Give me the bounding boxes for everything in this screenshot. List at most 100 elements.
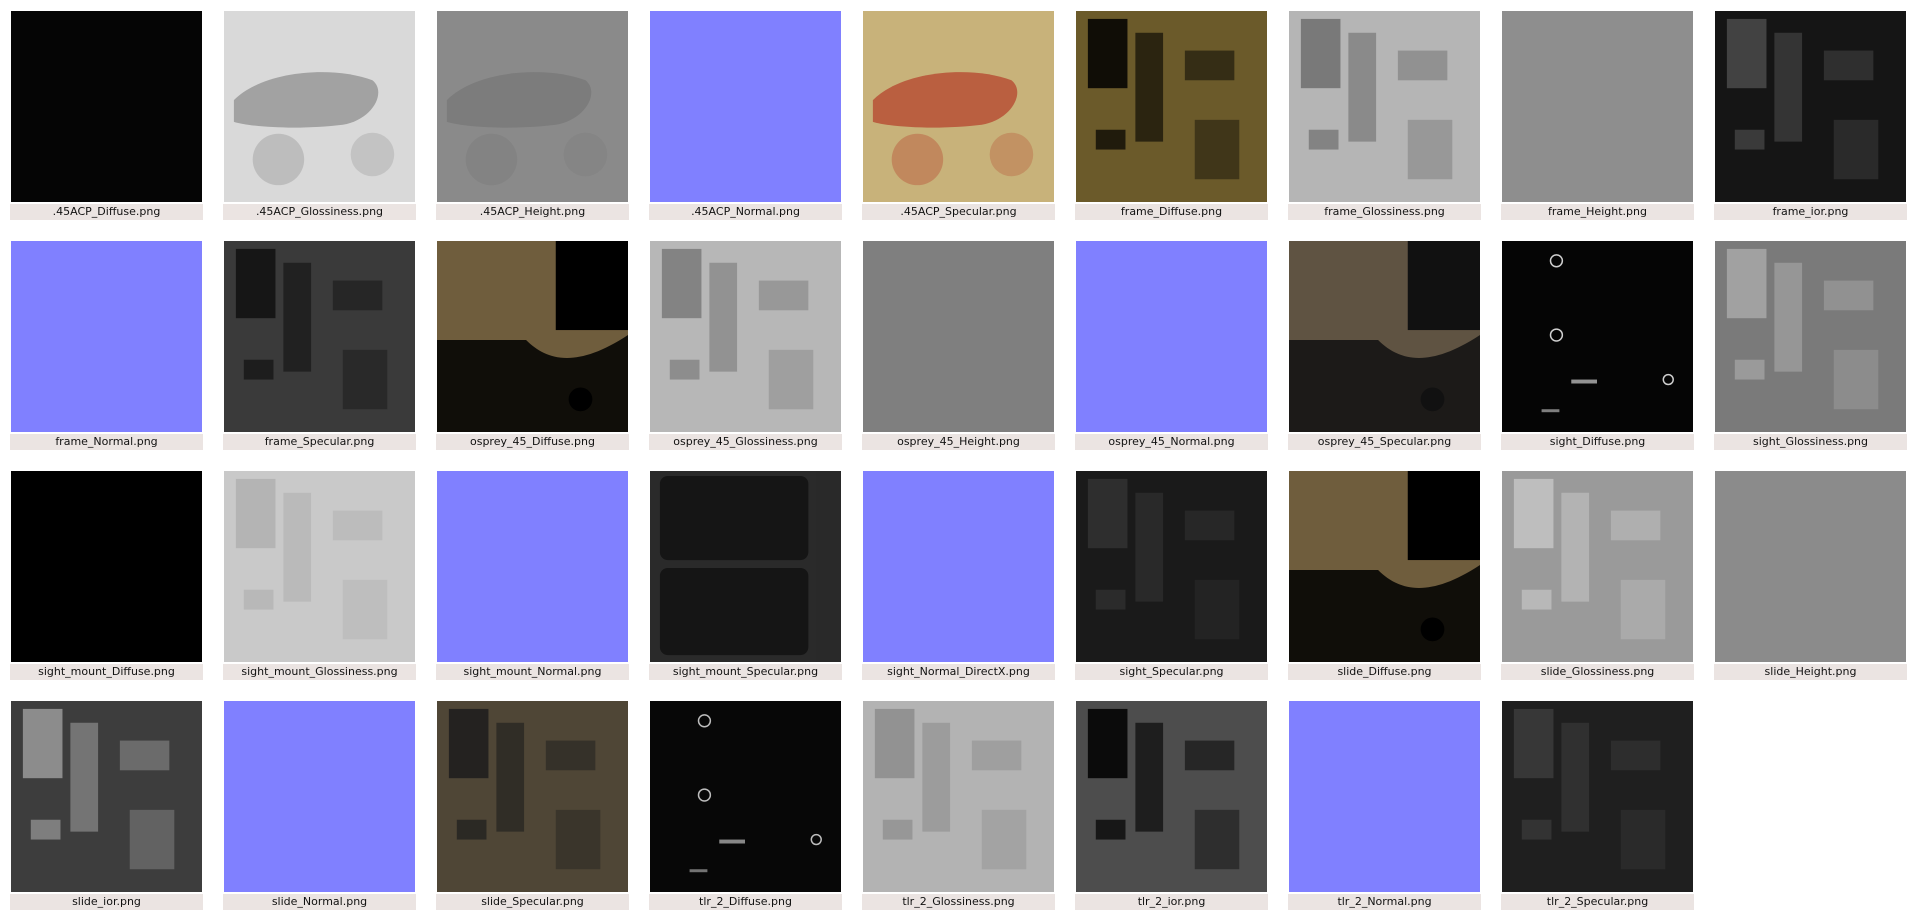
thumbnail-preview[interactable]: [223, 470, 416, 663]
file-name-label: sight_mount_Diffuse.png: [10, 664, 203, 680]
file-thumbnail[interactable]: tlr_2_ior.png: [1075, 700, 1268, 911]
thumbnail-preview[interactable]: [1075, 700, 1268, 893]
thumbnail-preview[interactable]: [862, 700, 1055, 893]
file-thumbnail[interactable]: osprey_45_Specular.png: [1288, 240, 1481, 451]
file-thumbnail[interactable]: sight_Diffuse.png: [1501, 240, 1694, 451]
thumbnail-preview[interactable]: [1075, 10, 1268, 203]
thumbnail-preview[interactable]: [1714, 240, 1907, 433]
file-thumbnail[interactable]: osprey_45_Diffuse.png: [436, 240, 629, 451]
thumbnail-image: [11, 241, 202, 432]
thumbnail-preview[interactable]: [10, 10, 203, 203]
file-name-label: slide_Height.png: [1714, 664, 1907, 680]
file-thumbnail[interactable]: tlr_2_Diffuse.png: [649, 700, 842, 911]
thumbnail-preview[interactable]: [1075, 470, 1268, 663]
thumbnail-image: [1289, 241, 1480, 432]
file-thumbnail[interactable]: sight_mount_Normal.png: [436, 470, 629, 681]
thumbnail-preview[interactable]: [649, 700, 842, 893]
file-name-label: frame_Diffuse.png: [1075, 204, 1268, 220]
thumbnail-preview[interactable]: [1501, 470, 1694, 663]
thumbnail-image: [863, 11, 1054, 202]
thumbnail-preview[interactable]: [1501, 240, 1694, 433]
file-name-label: .45ACP_Height.png: [436, 204, 629, 220]
thumbnail-preview[interactable]: [223, 700, 416, 893]
thumbnail-preview[interactable]: [1714, 470, 1907, 663]
file-thumbnail[interactable]: slide_Glossiness.png: [1501, 470, 1694, 681]
file-thumbnail[interactable]: frame_Height.png: [1501, 10, 1694, 221]
file-name-label: tlr_2_Normal.png: [1288, 894, 1481, 910]
file-thumbnail[interactable]: .45ACP_Height.png: [436, 10, 629, 221]
thumbnail-preview[interactable]: [10, 700, 203, 893]
thumbnail-image: [11, 701, 202, 892]
file-thumbnail[interactable]: .45ACP_Specular.png: [862, 10, 1055, 221]
file-thumbnail[interactable]: slide_Diffuse.png: [1288, 470, 1481, 681]
file-thumbnail[interactable]: sight_Specular.png: [1075, 470, 1268, 681]
thumbnail-image: [1502, 701, 1693, 892]
file-thumbnail[interactable]: .45ACP_Diffuse.png: [10, 10, 203, 221]
thumbnail-preview[interactable]: [223, 240, 416, 433]
file-name-label: sight_Diffuse.png: [1501, 434, 1694, 450]
file-name-label: osprey_45_Glossiness.png: [649, 434, 842, 450]
file-name-label: osprey_45_Specular.png: [1288, 434, 1481, 450]
thumbnail-preview[interactable]: [649, 470, 842, 663]
thumbnail-image: [1502, 471, 1693, 662]
thumbnail-image: [1076, 11, 1267, 202]
file-name-label: frame_ior.png: [1714, 204, 1907, 220]
file-thumbnail[interactable]: frame_Specular.png: [223, 240, 416, 451]
thumbnail-preview[interactable]: [10, 240, 203, 433]
file-thumbnail[interactable]: tlr_2_Specular.png: [1501, 700, 1694, 911]
thumbnail-preview[interactable]: [436, 240, 629, 433]
thumbnail-preview[interactable]: [1288, 470, 1481, 663]
file-name-label: sight_Normal_DirectX.png: [862, 664, 1055, 680]
thumbnail-preview[interactable]: [862, 470, 1055, 663]
thumbnail-preview[interactable]: [1288, 700, 1481, 893]
file-name-label: frame_Height.png: [1501, 204, 1694, 220]
file-thumbnail[interactable]: slide_ior.png: [10, 700, 203, 911]
thumbnail-preview[interactable]: [1288, 240, 1481, 433]
file-name-label: sight_Specular.png: [1075, 664, 1268, 680]
thumbnail-preview[interactable]: [862, 10, 1055, 203]
file-thumbnail[interactable]: sight_Normal_DirectX.png: [862, 470, 1055, 681]
thumbnail-preview[interactable]: [649, 240, 842, 433]
thumbnail-image: [11, 11, 202, 202]
file-name-label: tlr_2_Glossiness.png: [862, 894, 1055, 910]
thumbnail-preview[interactable]: [1501, 700, 1694, 893]
file-thumbnail[interactable]: slide_Height.png: [1714, 470, 1907, 681]
file-thumbnail[interactable]: sight_mount_Diffuse.png: [10, 470, 203, 681]
thumbnail-preview[interactable]: [10, 470, 203, 663]
thumbnail-preview[interactable]: [436, 700, 629, 893]
thumbnail-preview[interactable]: [436, 470, 629, 663]
file-thumbnail[interactable]: .45ACP_Glossiness.png: [223, 10, 416, 221]
file-thumbnail[interactable]: tlr_2_Glossiness.png: [862, 700, 1055, 911]
file-thumbnail[interactable]: .45ACP_Normal.png: [649, 10, 842, 221]
file-name-label: slide_Specular.png: [436, 894, 629, 910]
file-thumbnail[interactable]: sight_Glossiness.png: [1714, 240, 1907, 451]
thumbnail-image: [1289, 701, 1480, 892]
file-thumbnail[interactable]: osprey_45_Glossiness.png: [649, 240, 842, 451]
thumbnail-image: [1289, 11, 1480, 202]
thumbnail-preview[interactable]: [1288, 10, 1481, 203]
thumbnail-preview[interactable]: [1501, 10, 1694, 203]
thumbnail-preview[interactable]: [223, 10, 416, 203]
file-thumbnail[interactable]: osprey_45_Normal.png: [1075, 240, 1268, 451]
file-thumbnail[interactable]: frame_ior.png: [1714, 10, 1907, 221]
thumbnail-image: [863, 701, 1054, 892]
file-thumbnail[interactable]: frame_Diffuse.png: [1075, 10, 1268, 221]
file-thumbnail[interactable]: sight_mount_Glossiness.png: [223, 470, 416, 681]
file-thumbnail[interactable]: slide_Normal.png: [223, 700, 416, 911]
file-thumbnail[interactable]: tlr_2_Normal.png: [1288, 700, 1481, 911]
thumbnail-preview[interactable]: [649, 10, 842, 203]
file-thumbnail[interactable]: osprey_45_Height.png: [862, 240, 1055, 451]
file-name-label: osprey_45_Height.png: [862, 434, 1055, 450]
file-name-label: slide_Glossiness.png: [1501, 664, 1694, 680]
thumbnail-preview[interactable]: [1075, 240, 1268, 433]
file-name-label: .45ACP_Normal.png: [649, 204, 842, 220]
file-thumbnail[interactable]: frame_Normal.png: [10, 240, 203, 451]
file-thumbnail[interactable]: frame_Glossiness.png: [1288, 10, 1481, 221]
thumbnail-image: [650, 701, 841, 892]
thumbnail-preview[interactable]: [436, 10, 629, 203]
file-thumbnail[interactable]: slide_Specular.png: [436, 700, 629, 911]
thumbnail-preview[interactable]: [1714, 10, 1907, 203]
thumbnail-preview[interactable]: [862, 240, 1055, 433]
file-thumbnail[interactable]: sight_mount_Specular.png: [649, 470, 842, 681]
thumbnail-image: [224, 471, 415, 662]
